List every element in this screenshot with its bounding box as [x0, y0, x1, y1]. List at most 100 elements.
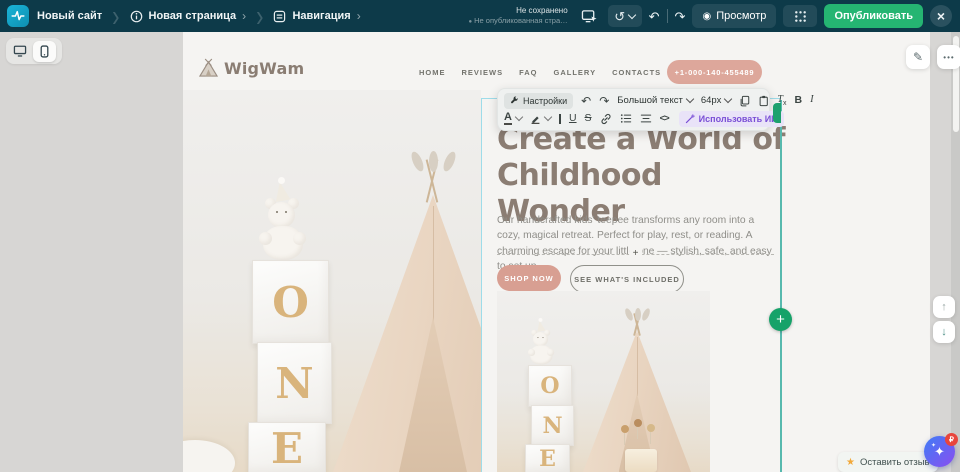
teddy-bear-illustration	[261, 186, 305, 262]
shop-now-button[interactable]: SHOP NOW	[497, 265, 561, 291]
font-size-dropdown[interactable]: 64px	[701, 95, 732, 106]
close-icon[interactable]: ×	[930, 5, 952, 27]
mobile-view-button[interactable]	[33, 41, 56, 62]
leave-feedback-button[interactable]: ★ Оставить отзыв	[838, 452, 938, 472]
magic-wand-icon	[685, 114, 695, 124]
breadcrumb-separator-icon: ›	[112, 2, 119, 30]
breadcrumb-block-label: Навигация	[292, 10, 350, 22]
teepee-feather	[441, 150, 458, 173]
block-dropdown-icon[interactable]: ›	[357, 9, 361, 23]
navigation-block-icon	[273, 10, 286, 23]
device-preview-icon[interactable]	[579, 5, 601, 27]
marker-icon	[530, 113, 541, 124]
italic-button[interactable]: I	[810, 95, 814, 106]
nav-item-gallery[interactable]: GALLERY	[554, 68, 597, 77]
history-icon: ↺	[614, 10, 625, 23]
secondary-photo[interactable]: O N E	[497, 291, 710, 472]
letter-block: E	[525, 444, 570, 472]
breadcrumb-separator-icon: ›	[256, 2, 263, 30]
teepee-seam	[433, 206, 434, 322]
divider	[667, 9, 668, 23]
underline-button[interactable]: U	[569, 113, 577, 124]
copy-icon[interactable]	[739, 95, 750, 107]
teddy-bear-illustration	[529, 323, 554, 366]
add-element-icon[interactable]: +	[629, 248, 643, 259]
highlight-color-dropdown[interactable]	[530, 113, 551, 124]
status-dot-icon: ●	[469, 19, 473, 25]
column-guide-line	[780, 100, 782, 472]
publish-status-text: ●Не опубликованная стра…	[469, 16, 568, 27]
hat-pompom	[278, 177, 285, 184]
publish-button[interactable]: Опубликовать	[824, 4, 923, 28]
teepee-cloth	[333, 195, 481, 472]
scrollbar-track[interactable]	[951, 32, 960, 472]
nav-item-contacts[interactable]: CONTACTS	[612, 68, 661, 77]
toolbar-row-1: Настройки ↶ ↷ Большой текст 64px Tx B I	[504, 92, 763, 109]
block-drag-handle[interactable]	[773, 103, 781, 123]
add-block-button[interactable]: +	[769, 308, 792, 331]
bullet-list-icon[interactable]	[620, 113, 632, 124]
edit-block-button[interactable]: ✎	[906, 45, 930, 69]
breadcrumb-site-label: Новый сайт	[37, 10, 102, 22]
arrow-up-icon: ↑	[941, 301, 947, 313]
letter-block: O	[528, 365, 572, 407]
breadcrumb-block[interactable]: Навигация ›	[273, 9, 360, 23]
undo-redo-group: ↶ ↷	[649, 9, 686, 23]
text-color-dropdown[interactable]: A	[504, 112, 522, 125]
cake-pop	[634, 419, 642, 427]
device-toggle	[6, 38, 62, 64]
page-dropdown-icon[interactable]: ›	[242, 9, 246, 23]
breadcrumb-site[interactable]: Новый сайт	[37, 10, 102, 22]
move-block-up-button[interactable]: ↑	[933, 296, 955, 318]
letter-block: N	[531, 405, 574, 446]
hero-photo[interactable]: O N E	[183, 90, 481, 472]
undo-icon[interactable]: ↶	[649, 10, 660, 23]
desktop-view-button[interactable]	[8, 41, 31, 62]
code-button[interactable]: <>	[660, 113, 669, 124]
fill-background-icon[interactable]	[559, 114, 561, 124]
letter-block: O	[252, 260, 329, 344]
link-icon[interactable]	[600, 113, 612, 125]
use-ai-button[interactable]: Использовать ИИ	[679, 111, 784, 127]
see-whats-included-button[interactable]: SEE WHAT'S INCLUDED	[570, 265, 684, 293]
nav-item-reviews[interactable]: REVIEWS	[462, 68, 504, 77]
block-menu-button[interactable]: •••	[937, 45, 960, 69]
phone-button[interactable]: +1-000-140-455489	[667, 60, 762, 84]
cake-illustration	[625, 449, 657, 472]
move-block-down-button[interactable]: ↓	[933, 321, 955, 343]
teepee-logo-icon	[198, 58, 219, 78]
builder-logo-icon[interactable]	[7, 5, 29, 27]
site-canvas: WigWam HOME REVIEWS FAQ GALLERY CONTACTS…	[183, 32, 930, 472]
letter-block: N	[257, 342, 332, 424]
redo-icon[interactable]: ↷	[599, 95, 609, 107]
history-button[interactable]: ↺	[608, 5, 642, 27]
eye-icon: ◉	[702, 11, 711, 22]
preview-button[interactable]: ◉ Просмотр	[692, 4, 776, 28]
fab-badge: ₽	[945, 433, 958, 446]
text-style-dropdown[interactable]: Большой текст	[617, 95, 693, 106]
settings-button[interactable]: Настройки	[504, 93, 573, 109]
arrow-down-icon: ↓	[941, 326, 947, 338]
toy-illustration	[183, 440, 235, 472]
wrench-icon	[510, 96, 519, 105]
undo-icon[interactable]: ↶	[581, 95, 591, 107]
page-info-icon	[130, 10, 143, 23]
party-hat	[272, 181, 290, 202]
text-edit-toolbar: Настройки ↶ ↷ Большой текст 64px Tx B I …	[497, 88, 770, 131]
align-center-icon[interactable]	[640, 113, 652, 124]
site-nav: HOME REVIEWS FAQ GALLERY CONTACTS	[419, 68, 661, 77]
site-logo[interactable]: WigWam	[198, 58, 304, 78]
nav-item-home[interactable]: HOME	[419, 68, 446, 77]
strikethrough-button[interactable]: S	[585, 113, 592, 124]
paste-icon[interactable]	[758, 95, 769, 107]
breadcrumb-page[interactable]: Новая страница ›	[130, 9, 247, 23]
pencil-icon: ✎	[913, 50, 923, 64]
bold-button[interactable]: B	[794, 95, 802, 106]
redo-icon[interactable]: ↷	[675, 10, 686, 23]
nav-item-faq[interactable]: FAQ	[519, 68, 537, 77]
top-bar: Новый сайт › Новая страница › › Навигаци…	[0, 0, 960, 32]
selection-border-left	[481, 98, 482, 472]
cake-pop	[647, 424, 655, 432]
site-logo-text: WigWam	[224, 59, 304, 78]
apps-grid-icon[interactable]	[783, 5, 817, 27]
